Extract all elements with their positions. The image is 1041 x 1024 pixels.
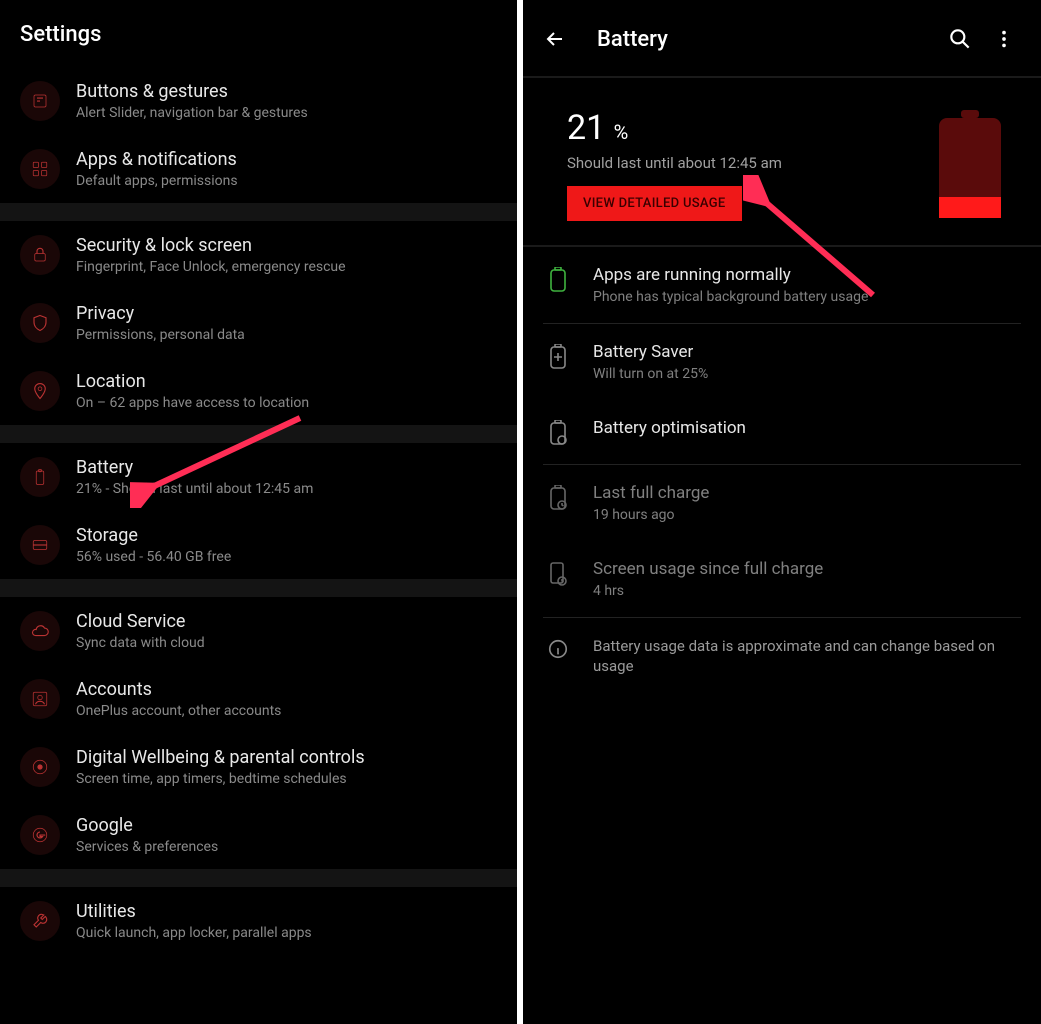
section-divider	[0, 203, 517, 221]
item-subtitle: 56% used - 56.40 GB free	[76, 549, 231, 565]
section-divider	[0, 869, 517, 887]
percent-value: 21	[567, 108, 605, 148]
item-title: Last full charge	[593, 483, 709, 503]
battery-screen: Battery 21 % Should last until about 12:…	[523, 0, 1041, 1024]
battery-optim-icon	[543, 420, 573, 446]
item-title: Utilities	[76, 901, 312, 922]
item-subtitle: Phone has typical background battery usa…	[593, 289, 868, 305]
item-title: Location	[76, 371, 309, 392]
item-title: Accounts	[76, 679, 281, 700]
shield-icon	[20, 303, 60, 343]
settings-item-privacy[interactable]: Privacy Permissions, personal data	[0, 289, 517, 357]
settings-item-wellbeing[interactable]: Digital Wellbeing & parental controls Sc…	[0, 733, 517, 801]
battery-icon	[20, 457, 60, 497]
item-subtitle: Alert Slider, navigation bar & gestures	[76, 105, 308, 121]
settings-item-storage[interactable]: Storage 56% used - 56.40 GB free	[0, 511, 517, 579]
item-subtitle: Default apps, permissions	[76, 173, 238, 189]
battery-summary: 21 % Should last until about 12:45 am VI…	[523, 78, 1041, 245]
battery-item-saver[interactable]: Battery Saver Will turn on at 25%	[523, 324, 1041, 400]
item-title: Storage	[76, 525, 231, 546]
battery-item-optimisation[interactable]: Battery optimisation	[523, 400, 1041, 464]
settings-item-buttons-gestures[interactable]: Buttons & gestures Alert Slider, navigat…	[0, 67, 517, 135]
battery-ok-icon	[543, 267, 573, 293]
battery-forecast: Should last until about 12:45 am	[567, 154, 939, 172]
back-button[interactable]	[543, 27, 567, 51]
apps-icon	[20, 149, 60, 189]
battery-level-icon	[939, 110, 1001, 218]
battery-saver-icon	[543, 344, 573, 370]
item-subtitle: Sync data with cloud	[76, 635, 205, 651]
wellbeing-icon	[20, 747, 60, 787]
item-title: Security & lock screen	[76, 235, 346, 256]
settings-item-apps-notifications[interactable]: Apps & notifications Default apps, permi…	[0, 135, 517, 203]
google-icon	[20, 815, 60, 855]
buttons-icon	[20, 81, 60, 121]
battery-note: Battery usage data is approximate and ca…	[593, 636, 1021, 677]
item-subtitle: On – 62 apps have access to location	[76, 395, 309, 411]
battery-item-last-charge: Last full charge 19 hours ago	[523, 465, 1041, 541]
item-subtitle: Fingerprint, Face Unlock, emergency resc…	[76, 259, 346, 275]
item-title: Screen usage since full charge	[593, 559, 823, 579]
settings-item-google[interactable]: Google Services & preferences	[0, 801, 517, 869]
item-title: Battery Saver	[593, 342, 708, 362]
item-title: Google	[76, 815, 218, 836]
info-icon	[543, 638, 573, 660]
settings-item-location[interactable]: Location On – 62 apps have access to loc…	[0, 357, 517, 425]
item-title: Buttons & gestures	[76, 81, 308, 102]
item-title: Battery optimisation	[593, 418, 746, 438]
last-charge-icon	[543, 485, 573, 511]
battery-percent: 21 %	[567, 108, 939, 148]
battery-header: Battery	[523, 0, 1041, 76]
settings-header: Settings	[0, 0, 517, 67]
section-divider	[0, 425, 517, 443]
cloud-icon	[20, 611, 60, 651]
item-title: Apps are running normally	[593, 265, 868, 285]
more-button[interactable]	[987, 22, 1021, 56]
battery-item-screen-usage: Screen usage since full charge 4 hrs	[523, 541, 1041, 617]
section-divider	[0, 579, 517, 597]
settings-screen: Settings Buttons & gestures Alert Slider…	[0, 0, 517, 1024]
settings-item-security[interactable]: Security & lock screen Fingerprint, Face…	[0, 221, 517, 289]
search-button[interactable]	[943, 22, 977, 56]
view-detailed-usage-button[interactable]: VIEW DETAILED USAGE	[567, 186, 742, 221]
item-title: Cloud Service	[76, 611, 205, 632]
storage-icon	[20, 525, 60, 565]
item-subtitle: Services & preferences	[76, 839, 218, 855]
battery-item-note: Battery usage data is approximate and ca…	[523, 618, 1041, 695]
percent-symbol: %	[614, 120, 629, 144]
item-subtitle: Permissions, personal data	[76, 327, 245, 343]
utilities-icon	[20, 901, 60, 941]
item-subtitle: 19 hours ago	[593, 507, 709, 523]
item-title: Privacy	[76, 303, 245, 324]
page-title: Settings	[20, 22, 497, 47]
settings-item-cloud[interactable]: Cloud Service Sync data with cloud	[0, 597, 517, 665]
settings-item-battery[interactable]: Battery 21% - Should last until about 12…	[0, 443, 517, 511]
item-title: Digital Wellbeing & parental controls	[76, 747, 365, 768]
battery-item-apps-running[interactable]: Apps are running normally Phone has typi…	[523, 247, 1041, 323]
page-title: Battery	[597, 27, 933, 52]
item-title: Battery	[76, 457, 313, 478]
accounts-icon	[20, 679, 60, 719]
lock-icon	[20, 235, 60, 275]
settings-item-utilities[interactable]: Utilities Quick launch, app locker, para…	[0, 887, 517, 955]
item-subtitle: Will turn on at 25%	[593, 366, 708, 382]
item-subtitle: 4 hrs	[593, 583, 823, 599]
item-subtitle: Screen time, app timers, bedtime schedul…	[76, 771, 365, 787]
location-icon	[20, 371, 60, 411]
item-subtitle: 21% - Should last until about 12:45 am	[76, 481, 313, 497]
item-title: Apps & notifications	[76, 149, 238, 170]
screen-usage-icon	[543, 561, 573, 587]
item-subtitle: OnePlus account, other accounts	[76, 703, 281, 719]
item-subtitle: Quick launch, app locker, parallel apps	[76, 925, 312, 941]
settings-item-accounts[interactable]: Accounts OnePlus account, other accounts	[0, 665, 517, 733]
